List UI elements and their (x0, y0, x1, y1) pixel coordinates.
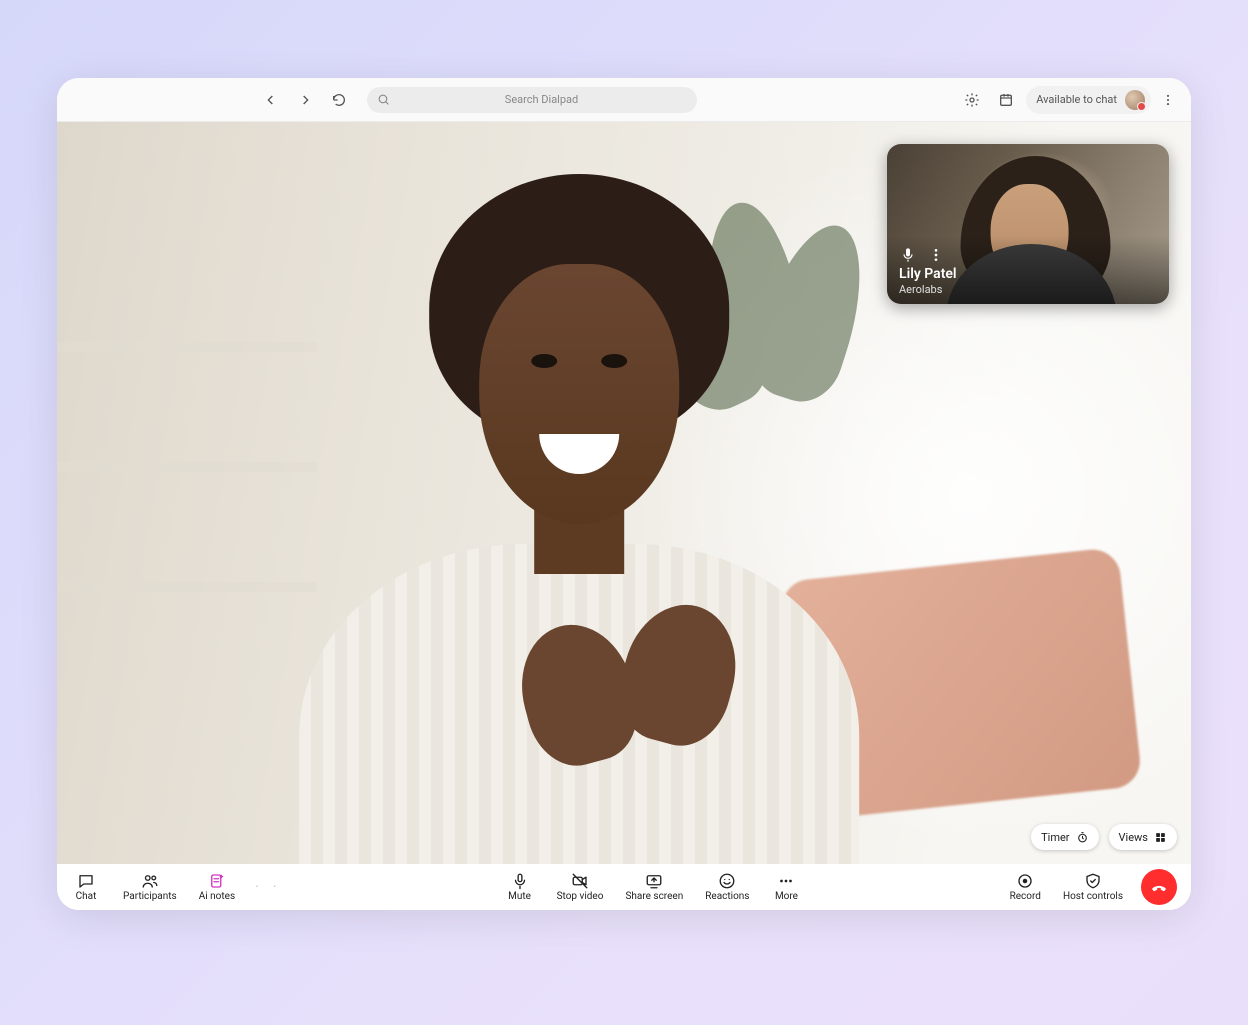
views-button[interactable]: Views (1109, 824, 1177, 850)
stopwatch-icon (1076, 831, 1089, 844)
more-horizontal-icon (777, 872, 795, 890)
reload-icon (331, 92, 347, 108)
participant-mute-button[interactable] (899, 246, 917, 264)
reactions-button[interactable]: Reactions (705, 872, 749, 902)
user-avatar (1125, 90, 1145, 110)
nav-forward-button[interactable] (291, 86, 319, 114)
calendar-icon (998, 92, 1014, 108)
presence-status-label: Available to chat (1036, 93, 1117, 106)
microphone-icon (900, 247, 916, 263)
app-window: Available to chat (57, 78, 1191, 910)
toolbar-right-group: Record Host controls (1010, 872, 1123, 902)
stop-video-button[interactable]: Stop video (557, 872, 604, 902)
host-controls-label: Host controls (1063, 892, 1123, 902)
record-icon (1016, 872, 1034, 890)
top-bar: Available to chat (57, 78, 1191, 122)
primary-participant-video (299, 144, 859, 864)
toolbar-center-group: Mute Stop video Share screen Reactions M… (505, 872, 802, 902)
search-input[interactable] (396, 93, 687, 106)
settings-button[interactable] (958, 86, 986, 114)
more-vertical-icon (928, 247, 944, 263)
ai-notes-button[interactable]: Ai notes (199, 872, 235, 902)
share-screen-icon (645, 872, 663, 890)
grid-icon (1154, 831, 1167, 844)
end-call-button[interactable] (1141, 869, 1177, 905)
views-label: Views (1119, 831, 1148, 844)
participants-label: Participants (123, 892, 177, 902)
chat-button[interactable]: Chat (71, 872, 101, 902)
arrow-right-icon (297, 92, 313, 108)
ai-notes-icon (208, 872, 226, 890)
host-controls-button[interactable]: Host controls (1063, 872, 1123, 902)
timer-label: Timer (1041, 831, 1069, 844)
more-vertical-icon (1161, 93, 1175, 107)
mute-button[interactable]: Mute (505, 872, 535, 902)
record-label: Record (1010, 892, 1041, 902)
reactions-label: Reactions (705, 892, 749, 902)
microphone-icon (511, 872, 529, 890)
search-field[interactable] (367, 87, 697, 113)
main-video-area: Lily Patel Aerolabs Timer Views (57, 122, 1191, 864)
video-off-icon (571, 872, 589, 890)
shield-check-icon (1084, 872, 1102, 890)
timer-button[interactable]: Timer (1031, 824, 1098, 850)
participant-more-button[interactable] (927, 246, 945, 264)
chat-label: Chat (76, 892, 97, 902)
topbar-more-button[interactable] (1157, 93, 1179, 107)
search-icon (377, 93, 390, 106)
smile-icon (718, 872, 736, 890)
reload-button[interactable] (325, 86, 353, 114)
arrow-left-icon (263, 92, 279, 108)
call-toolbar: Chat Participants Ai notes ·· Mute Stop … (57, 864, 1191, 910)
participant-org: Aerolabs (899, 283, 1157, 296)
stop-video-label: Stop video (557, 892, 604, 902)
toolbar-left-group: Chat Participants Ai notes (71, 872, 235, 902)
record-button[interactable]: Record (1010, 872, 1041, 902)
calendar-button[interactable] (992, 86, 1020, 114)
toolbar-divider: ·· (235, 879, 296, 895)
share-screen-button[interactable]: Share screen (625, 872, 683, 902)
more-label: More (775, 892, 798, 902)
participant-name: Lily Patel (899, 266, 1157, 283)
ai-notes-label: Ai notes (199, 892, 235, 902)
mute-label: Mute (508, 892, 531, 902)
video-overlay-controls: Timer Views (1031, 824, 1177, 850)
participants-button[interactable]: Participants (123, 872, 177, 902)
nav-back-button[interactable] (257, 86, 285, 114)
participants-icon (141, 872, 159, 890)
participant-overlay: Lily Patel Aerolabs (887, 236, 1169, 304)
phone-hangup-icon (1150, 878, 1168, 896)
presence-status-chip[interactable]: Available to chat (1026, 86, 1151, 114)
participant-tile[interactable]: Lily Patel Aerolabs (887, 144, 1169, 304)
gear-icon (964, 92, 980, 108)
chat-icon (77, 872, 95, 890)
share-screen-label: Share screen (625, 892, 683, 902)
more-button[interactable]: More (771, 872, 801, 902)
